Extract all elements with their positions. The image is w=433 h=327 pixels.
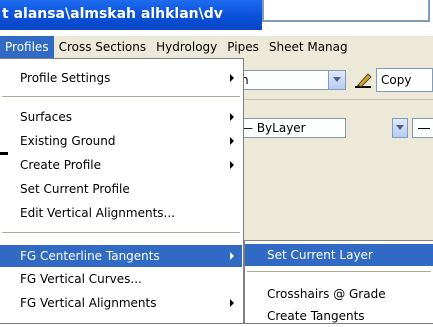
title-bar-field	[262, 0, 430, 22]
submenu-arrow-icon	[230, 161, 234, 169]
window-title: t alansa\almskah alhklan\dv	[2, 6, 223, 22]
edge-marker	[0, 152, 8, 155]
chevron-down-icon[interactable]	[392, 118, 408, 138]
pencil-icon[interactable]	[352, 70, 374, 90]
menu-bar: Profiles Cross Sections Hydrology Pipes …	[0, 36, 433, 58]
menu-profiles[interactable]: Profiles	[0, 36, 54, 58]
submenu-arrow-icon	[230, 299, 234, 307]
menu-pipes[interactable]: Pipes	[222, 36, 264, 58]
copy-label: Copy	[381, 73, 412, 87]
menu-separator	[2, 96, 240, 97]
submenu-arrow-icon	[230, 137, 234, 145]
menu-item-create-profile[interactable]: Create Profile	[0, 154, 242, 176]
submenu-arrow-icon	[230, 113, 234, 121]
menu-item-label: Create Profile	[20, 158, 101, 172]
menu-item-label: Set Current Profile	[20, 182, 130, 196]
menu-item-label: FG Vertical Alignments	[20, 296, 157, 310]
menu-item-edit-vertical-alignments[interactable]: Edit Vertical Alignments...	[0, 202, 242, 224]
submenu-arrow-icon	[230, 74, 234, 82]
fg-centerline-tangents-submenu: Set Current Layer Crosshairs @ Grade Cre…	[244, 240, 433, 324]
profiles-menu: Profile Settings Surfaces Existing Groun…	[0, 58, 244, 324]
linetype-field[interactable]	[412, 118, 433, 138]
copy-field[interactable]: Copy	[376, 68, 433, 92]
menu-hydrology[interactable]: Hydrology	[151, 36, 222, 58]
menu-item-surfaces[interactable]: Surfaces	[0, 106, 242, 128]
menu-item-label: FG Vertical Curves...	[20, 272, 142, 286]
layer-combo-value: — ByLayer	[241, 121, 306, 135]
window-title-bar: t alansa\almskah alhklan\dv	[0, 0, 262, 30]
menu-sheet-manager[interactable]: Sheet Manag	[264, 36, 353, 58]
menu-item-fg-vertical-alignments[interactable]: FG Vertical Alignments	[0, 292, 242, 314]
menu-item-label: Edit Vertical Alignments...	[20, 206, 175, 220]
menu-item-fg-centerline-tangents[interactable]: FG Centerline Tangents	[0, 245, 242, 267]
layer-combo[interactable]: — ByLayer	[236, 118, 346, 138]
menu-separator	[247, 271, 431, 272]
submenu-item-set-current-layer[interactable]: Set Current Layer	[245, 244, 433, 266]
submenu-arrow-icon	[230, 252, 234, 260]
menu-item-label: Surfaces	[20, 110, 72, 124]
menu-separator	[2, 232, 240, 233]
chevron-down-icon[interactable]	[328, 71, 345, 89]
menu-item-label: Profile Settings	[20, 71, 111, 85]
menu-item-profile-settings[interactable]: Profile Settings	[0, 67, 242, 89]
menu-item-set-current-profile[interactable]: Set Current Profile	[0, 178, 242, 200]
toolbar-divider	[234, 99, 433, 100]
menu-cross-sections[interactable]: Cross Sections	[54, 36, 152, 58]
submenu-item-crosshairs-grade[interactable]: Crosshairs @ Grade	[245, 283, 433, 305]
toolbar-combo[interactable]: n	[236, 70, 346, 90]
menu-item-existing-ground[interactable]: Existing Ground	[0, 130, 242, 152]
menu-item-fg-vertical-curves[interactable]: FG Vertical Curves...	[0, 268, 242, 290]
menu-item-label: FG Centerline Tangents	[20, 249, 160, 263]
menu-item-label: Existing Ground	[20, 134, 116, 148]
